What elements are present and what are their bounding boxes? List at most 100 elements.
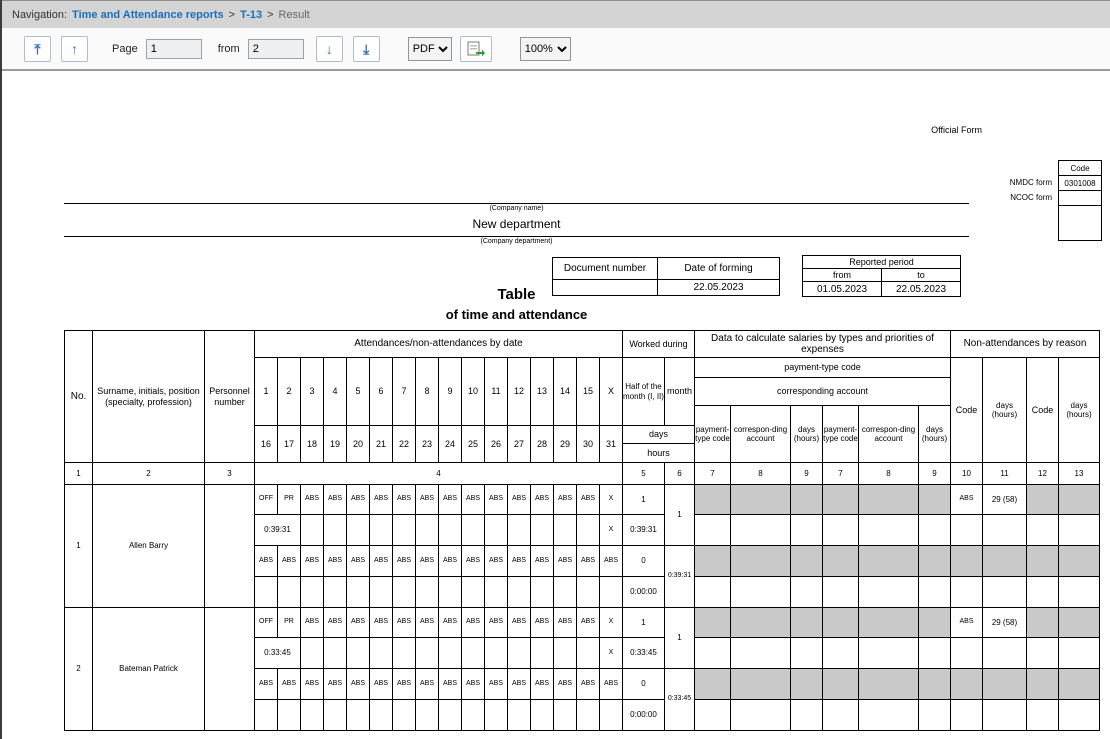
na-cell bbox=[1059, 700, 1100, 731]
next-page-button[interactable]: ↓ bbox=[316, 36, 343, 62]
na-cell bbox=[951, 515, 983, 546]
na-cell bbox=[983, 669, 1027, 700]
zoom-select[interactable]: 100% bbox=[520, 37, 571, 61]
table-row: 2Bateman PatrickOFFPRABSABSABSABSABSABSA… bbox=[65, 608, 1100, 638]
salary-cell bbox=[791, 515, 823, 546]
nav-separator: > bbox=[267, 9, 273, 21]
day-hours-cell bbox=[416, 700, 439, 731]
column-number: 11 bbox=[983, 463, 1027, 485]
day-hours-cell bbox=[485, 577, 508, 608]
column-number: 7 bbox=[823, 463, 859, 485]
table-row: No.Surname, initials, position (specialt… bbox=[65, 331, 1100, 358]
half-month-hours-cell: 0:00:00 bbox=[623, 700, 665, 731]
date-header: 7 bbox=[393, 358, 416, 426]
page-label: Page bbox=[112, 43, 138, 55]
day-hours-cell bbox=[301, 515, 324, 546]
export-button[interactable] bbox=[460, 36, 492, 62]
day-code-cell: ABS bbox=[416, 546, 439, 577]
date-header: 31 bbox=[600, 426, 623, 463]
day-hours-cell bbox=[393, 700, 416, 731]
day-code-cell: ABS bbox=[439, 485, 462, 515]
na-cell bbox=[1059, 669, 1100, 700]
salary-leaf-header: payment-type code bbox=[695, 406, 731, 463]
total-pages-input[interactable] bbox=[248, 39, 304, 59]
day-hours-cell bbox=[370, 700, 393, 731]
date-header: 24 bbox=[439, 426, 462, 463]
col-header-worked-during: Worked during bbox=[623, 331, 695, 358]
salary-cell bbox=[859, 515, 919, 546]
nav-link-t13[interactable]: T-13 bbox=[240, 9, 262, 21]
previous-page-button[interactable]: ↑ bbox=[61, 36, 88, 62]
salary-cell bbox=[919, 485, 951, 515]
day-hours-cell bbox=[439, 577, 462, 608]
page-number-input[interactable] bbox=[146, 39, 202, 59]
col-header-days: days bbox=[623, 426, 695, 444]
day-code-cell: OFF bbox=[255, 485, 278, 515]
first-page-button[interactable]: ⤒ bbox=[24, 36, 51, 62]
date-of-forming-header: Date of forming bbox=[658, 258, 780, 280]
salary-cell bbox=[695, 546, 731, 577]
date-header: 17 bbox=[278, 426, 301, 463]
half-month-days-cell: 0 bbox=[623, 669, 665, 700]
day-hours-cell bbox=[554, 700, 577, 731]
day-code-cell: ABS bbox=[416, 608, 439, 638]
col-header-personnel: Personnel number bbox=[205, 331, 255, 463]
salary-cell bbox=[791, 669, 823, 700]
day-code-cell: ABS bbox=[554, 485, 577, 515]
last-page-button[interactable]: ⤓ bbox=[353, 36, 380, 62]
col-header-hours: hours bbox=[623, 444, 695, 463]
ncoc-form-label: NCOC form bbox=[952, 193, 1052, 202]
date-header: 14 bbox=[554, 358, 577, 426]
day-code-cell: ABS bbox=[554, 669, 577, 700]
na-cell bbox=[1027, 546, 1059, 577]
day-code-cell: ABS bbox=[600, 669, 623, 700]
day-code-cell: ABS bbox=[393, 485, 416, 515]
day-code-cell: ABS bbox=[508, 608, 531, 638]
nav-separator: > bbox=[229, 9, 235, 21]
day-code-cell: ABS bbox=[577, 608, 600, 638]
day-hours-cell bbox=[347, 638, 370, 669]
nav-label: Navigation: bbox=[12, 9, 67, 21]
day-code-cell: ABS bbox=[278, 546, 301, 577]
na-cell bbox=[1059, 577, 1100, 608]
col-header-corresponding-account: corresponding account bbox=[695, 378, 951, 406]
day-code-cell: ABS bbox=[301, 608, 324, 638]
day-code-cell: ABS bbox=[370, 669, 393, 700]
half-month-time-cell: 0:33:45 bbox=[255, 638, 301, 669]
format-select[interactable]: PDF bbox=[408, 37, 452, 61]
day-code-cell: ABS bbox=[416, 669, 439, 700]
salary-cell bbox=[919, 546, 951, 577]
nav-link-time-attendance-reports[interactable]: Time and Attendance reports bbox=[72, 9, 224, 21]
col-header-half-month: Half of the month (I, II) bbox=[623, 358, 665, 426]
day-hours-cell bbox=[255, 577, 278, 608]
employee-no-cell: 1 bbox=[65, 485, 93, 608]
date-header: 8 bbox=[416, 358, 439, 426]
month-days-cell: 1 bbox=[665, 608, 695, 669]
col-header-non-attendances: Non-attendances by reason bbox=[951, 331, 1100, 358]
date-header: 5 bbox=[347, 358, 370, 426]
reported-period-header: Reported period bbox=[803, 256, 961, 269]
salary-leaf-header: days (hours) bbox=[791, 406, 823, 463]
day-hours-cell bbox=[301, 638, 324, 669]
salary-cell bbox=[791, 485, 823, 515]
salary-cell bbox=[731, 700, 791, 731]
day-code-cell: ABS bbox=[462, 608, 485, 638]
salary-cell bbox=[695, 608, 731, 638]
column-number: 9 bbox=[791, 463, 823, 485]
day-hours-cell bbox=[462, 638, 485, 669]
date-header: 6 bbox=[370, 358, 393, 426]
date-header: 26 bbox=[485, 426, 508, 463]
na-cell bbox=[1027, 669, 1059, 700]
salary-cell bbox=[823, 608, 859, 638]
day-code-cell: ABS bbox=[301, 546, 324, 577]
day-hours-cell bbox=[324, 700, 347, 731]
day-code-cell: ABS bbox=[485, 608, 508, 638]
day-hours-cell bbox=[347, 700, 370, 731]
salary-cell bbox=[695, 485, 731, 515]
day-code-cell: ABS bbox=[301, 669, 324, 700]
company-name-line bbox=[64, 203, 969, 204]
day-hours-cell bbox=[462, 577, 485, 608]
date-header: 11 bbox=[485, 358, 508, 426]
official-form-label: Official Form bbox=[882, 125, 982, 135]
nav-current-result: Result bbox=[279, 9, 310, 21]
